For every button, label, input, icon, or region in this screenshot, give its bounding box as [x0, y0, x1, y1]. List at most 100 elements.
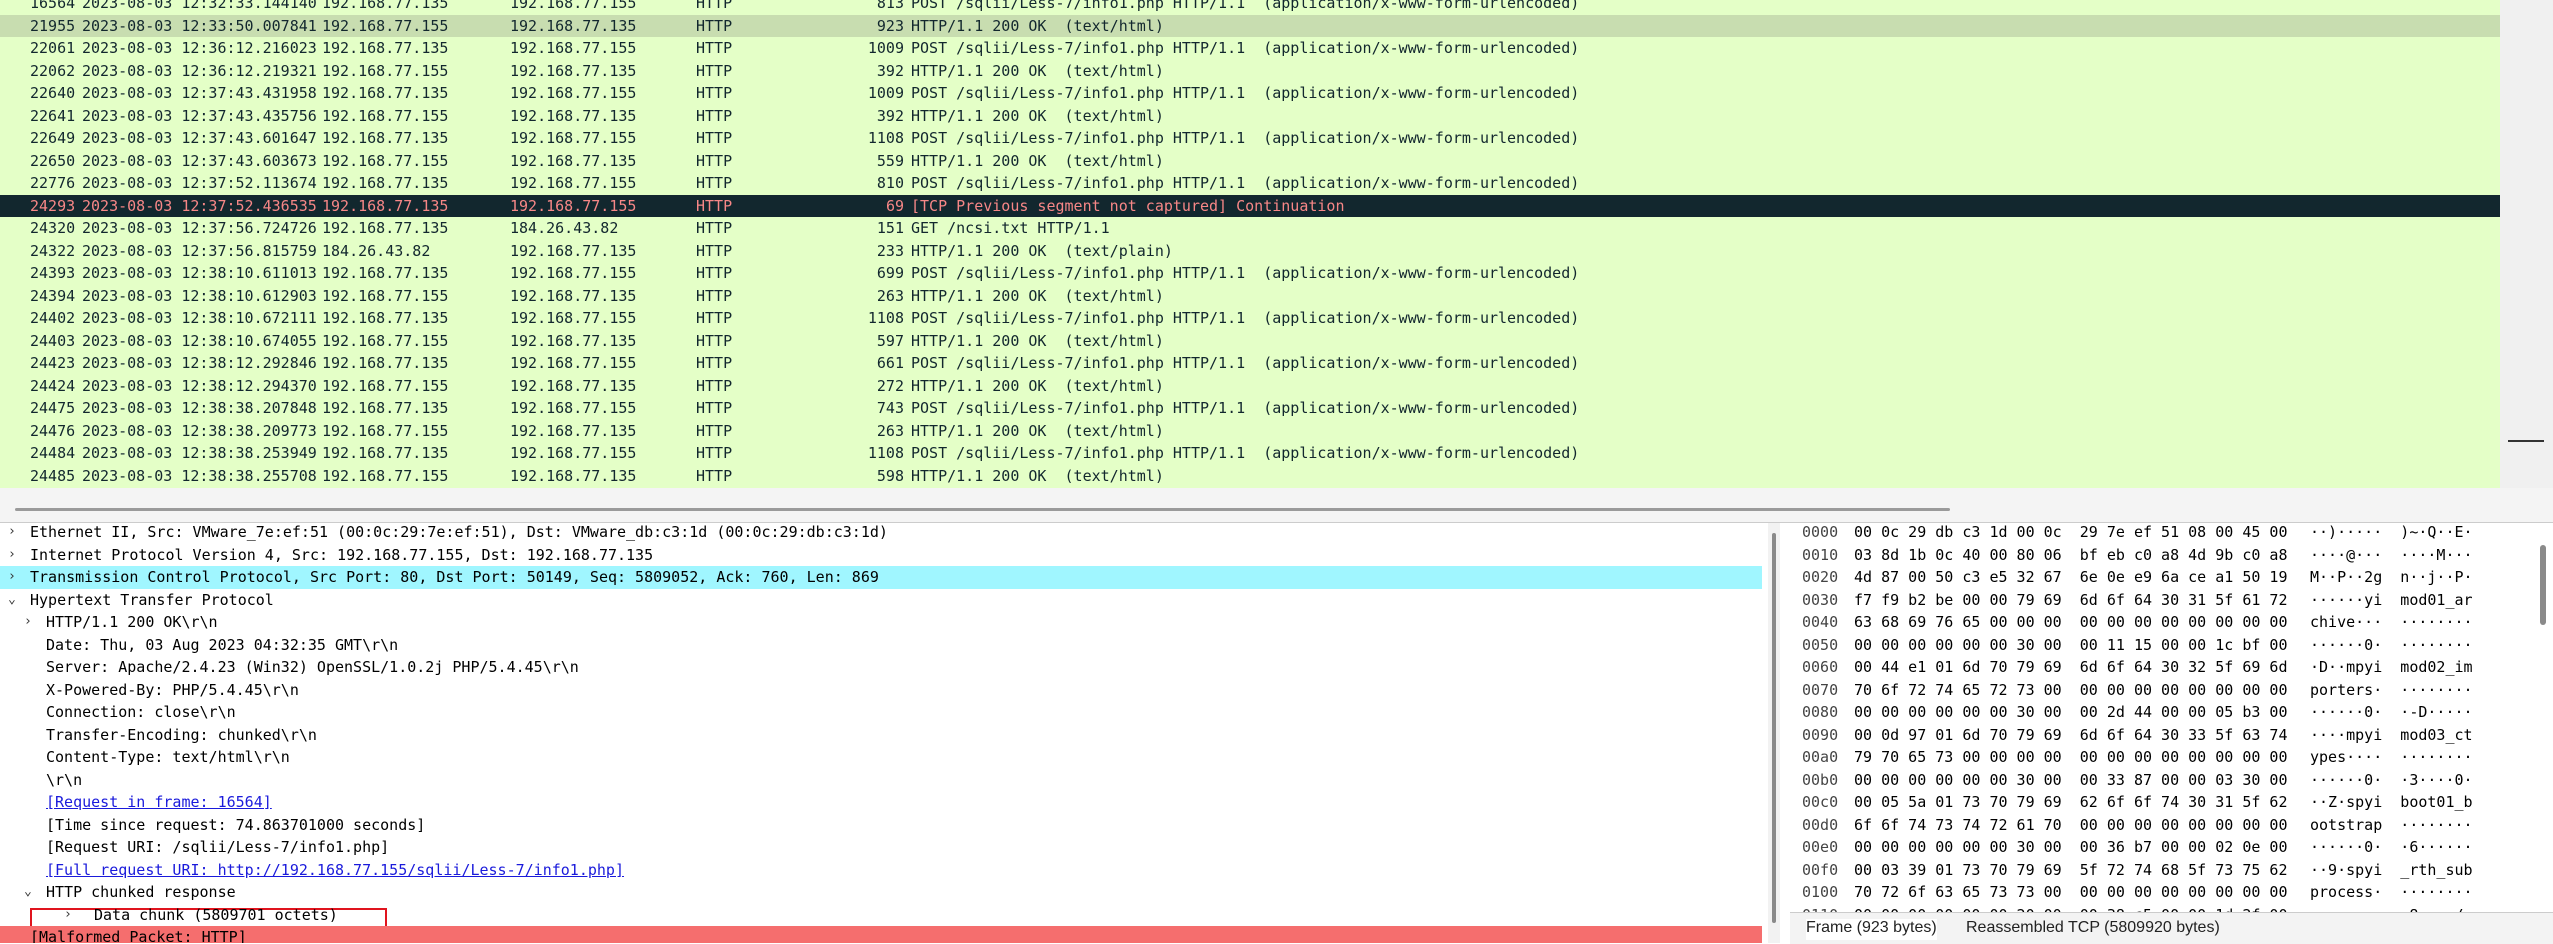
hex-row[interactable]: 00b0 00 00 00 00 00 00 30 00 00 33 87 00 … — [1790, 769, 2553, 792]
packet-row[interactable]: 22650 2023-08-03 12:37:43.603673 192.168.7… — [0, 150, 2500, 173]
tab-frame[interactable]: Frame (923 bytes) — [1806, 919, 1937, 940]
packet-row[interactable]: 24403 2023-08-03 12:38:10.674055 192.168.7… — [0, 330, 2500, 353]
hex-row[interactable]: 00e0 00 00 00 00 00 00 30 00 00 36 b7 00 … — [1790, 836, 2553, 859]
packet-list-horizontal-scrollbar[interactable] — [0, 488, 2553, 523]
packet-row[interactable]: 24394 2023-08-03 12:38:10.612903 192.168.7… — [0, 285, 2500, 308]
hex-ascii: process· ········ — [2310, 883, 2473, 901]
hex-offset: 0060 — [1802, 658, 1839, 676]
hex-row[interactable]: 0000 00 0c 29 db c3 1d 00 0c 29 7e ef 51 … — [1790, 523, 2553, 544]
detail-tree-item[interactable]: Server: Apache/2.4.23 (Win32) OpenSSL/1.… — [0, 656, 1762, 679]
detail-tree-item[interactable]: X-Powered-By: PHP/5.4.45\r\n — [0, 679, 1762, 702]
detail-tree-item[interactable]: ⌄ Hypertext Transfer Protocol — [0, 589, 1762, 612]
packet-row[interactable]: 22776 2023-08-03 12:37:52.113674 192.168.7… — [0, 172, 2500, 195]
packet-proto-cell: HTTP — [696, 331, 733, 350]
hex-row[interactable]: 0040 63 68 69 76 65 00 00 00 00 00 00 00 … — [1790, 611, 2553, 634]
packet-info-cell: GET /ncsi.txt HTTP/1.1 — [911, 219, 1110, 237]
packet-info-cell: HTTP/1.1 200 OK (text/html) — [911, 466, 1164, 485]
detail-tree-item[interactable]: [Full request URI: http://192.168.77.155… — [0, 859, 1762, 882]
hex-row[interactable]: 0060 00 44 e1 01 6d 70 79 69 6d 6f 64 30 … — [1790, 656, 2553, 679]
expand-chevron-icon[interactable]: › — [24, 611, 32, 634]
scrollbar-thumb[interactable] — [1772, 533, 1776, 923]
packet-row[interactable]: 22641 2023-08-03 12:37:43.435756 192.168.7… — [0, 105, 2500, 128]
packet-row[interactable]: 24393 2023-08-03 12:38:10.611013 192.168.7… — [0, 262, 2500, 285]
packet-row[interactable]: 24320 2023-08-03 12:37:56.724726 192.168.7… — [0, 217, 2500, 240]
expand-chevron-icon[interactable]: › — [8, 566, 16, 589]
hex-row[interactable]: 00a0 79 70 65 73 00 00 00 00 00 00 00 00 … — [1790, 746, 2553, 769]
detail-tree-item[interactable]: \r\n — [0, 769, 1762, 792]
detail-tree-item[interactable]: ⌄ HTTP chunked response — [0, 881, 1762, 904]
collapse-chevron-icon[interactable]: ⌄ — [8, 589, 16, 612]
packet-dst-cell: 192.168.77.135 — [510, 16, 637, 35]
packet-list[interactable]: ← 165642023-08-03 12:32:33.144140192.168… — [0, 0, 2500, 488]
packet-row[interactable]: 24475 2023-08-03 12:38:38.207848 192.168.7… — [0, 397, 2500, 420]
packet-row[interactable]: 24402 2023-08-03 12:38:10.672111 192.168.7… — [0, 307, 2500, 330]
detail-tree-item[interactable]: › Ethernet II, Src: VMware_7e:ef:51 (00:0… — [0, 523, 1762, 544]
detail-tree-item[interactable]: Connection: close\r\n — [0, 701, 1762, 724]
hex-row[interactable]: 0010 03 8d 1b 0c 40 00 80 06 bf eb c0 a8 … — [1790, 544, 2553, 567]
packet-dst-cell: 192.168.77.135 — [510, 376, 637, 395]
scrollbar-thumb[interactable] — [15, 508, 1950, 511]
expand-chevron-icon[interactable]: › — [8, 523, 16, 544]
details-vertical-scrollbar[interactable] — [1768, 523, 1780, 943]
hex-bytes: 00 44 e1 01 6d 70 79 69 6d 6f 64 30 32 5… — [1854, 658, 2288, 676]
packet-row[interactable]: 24293 2023-08-03 12:37:52.436535 192.168.7… — [0, 194, 2500, 217]
expand-chevron-icon[interactable]: › — [64, 904, 72, 927]
hex-row[interactable]: 0030 f7 f9 b2 be 00 00 79 69 6d 6f 64 30 … — [1790, 589, 2553, 612]
packet-row[interactable]: 24423 2023-08-03 12:38:12.292846 192.168.7… — [0, 352, 2500, 375]
packet-row[interactable]: 22640 2023-08-03 12:37:43.431958 192.168.7… — [0, 82, 2500, 105]
bytes-scrollbar-thumb[interactable] — [2540, 545, 2546, 625]
expand-chevron-icon[interactable]: › — [8, 544, 16, 567]
hex-row[interactable]: 00d0 6f 6f 74 73 74 72 61 70 00 00 00 00 … — [1790, 814, 2553, 837]
hex-row[interactable]: 0020 4d 87 00 50 c3 e5 32 67 6e 0e e9 6a … — [1790, 566, 2553, 589]
packet-row[interactable]: 24424 2023-08-03 12:38:12.294370 192.168.7… — [0, 375, 2500, 398]
scrollbar-thumb[interactable] — [2508, 440, 2544, 482]
packet-row[interactable]: 22649 2023-08-03 12:37:43.601647 192.168.7… — [0, 127, 2500, 150]
detail-tree-item[interactable]: [Request in frame: 16564] — [0, 791, 1762, 814]
detail-tree-item[interactable]: [Request URI: /sqlii/Less-7/info1.php] — [0, 836, 1762, 859]
packet-dst-cell: 192.168.77.155 — [510, 129, 637, 147]
detail-tree-item[interactable]: Content-Type: text/html\r\n — [0, 746, 1762, 769]
detail-text: [Time since request: 74.863701000 second… — [46, 815, 426, 834]
packet-row[interactable]: 22061 2023-08-03 12:36:12.216023 192.168.7… — [0, 37, 2500, 60]
detail-tree-item[interactable]: Date: Thu, 03 Aug 2023 04:32:35 GMT\r\n — [0, 634, 1762, 657]
detail-tree-item[interactable]: › Data chunk (5809701 octets) — [0, 904, 1762, 927]
hex-bytes: 00 0c 29 db c3 1d 00 0c 29 7e ef 51 08 0… — [1854, 523, 2288, 541]
hex-row[interactable]: 0070 70 6f 72 74 65 72 73 00 00 00 00 00 … — [1790, 679, 2553, 702]
detail-text[interactable]: [Full request URI: http://192.168.77.155… — [46, 859, 624, 882]
detail-tree-item[interactable]: [Malformed Packet: HTTP] — [0, 926, 1762, 943]
detail-tree-item[interactable]: › Transmission Control Protocol, Src Port… — [0, 566, 1762, 589]
packet-list-vertical-scrollbar[interactable] — [2500, 0, 2553, 488]
packet-len-cell: 263 — [876, 286, 904, 305]
detail-tree-item[interactable]: › Internet Protocol Version 4, Src: 192.1… — [0, 544, 1762, 567]
packet-time-cell: 2023-08-03 12:37:43.601647 — [82, 129, 317, 147]
detail-tree-item[interactable]: [Time since request: 74.863701000 second… — [0, 814, 1762, 837]
hex-row[interactable]: 00f0 00 03 39 01 73 70 79 69 5f 72 74 68 … — [1790, 859, 2553, 882]
packet-info-cell: HTTP/1.1 200 OK (text/html) — [911, 61, 1164, 80]
detail-text[interactable]: [Request in frame: 16564] — [46, 791, 272, 814]
packet-src-cell: 192.168.77.135 — [322, 264, 449, 282]
hex-row[interactable]: 0080 00 00 00 00 00 00 30 00 00 2d 44 00 … — [1790, 701, 2553, 724]
hex-row[interactable]: 00c0 00 05 5a 01 73 70 79 69 62 6f 6f 74 … — [1790, 791, 2553, 814]
packet-row[interactable]: 16564 2023-08-03 12:32:33.144140 192.168.7… — [0, 0, 2500, 15]
packet-row[interactable]: 24484 2023-08-03 12:38:38.253949 192.168.7… — [0, 442, 2500, 465]
packet-row[interactable]: 24476 2023-08-03 12:38:38.209773 192.168.7… — [0, 420, 2500, 443]
packet-src-cell: 192.168.77.135 — [322, 196, 449, 215]
collapse-chevron-icon[interactable]: ⌄ — [24, 881, 32, 904]
packet-bytes-pane[interactable]: 0000 00 0c 29 db c3 1d 00 0c 29 7e ef 51 … — [1790, 523, 2553, 913]
hex-row[interactable]: 0100 70 72 6f 63 65 73 73 00 00 00 00 00 … — [1790, 881, 2553, 904]
hex-row[interactable]: 0050 00 00 00 00 00 00 30 00 00 11 15 00 … — [1790, 634, 2553, 657]
hex-offset: 0070 — [1802, 680, 1839, 699]
hex-bytes: 00 00 00 00 00 00 30 00 00 11 15 00 00 1… — [1854, 635, 2288, 654]
packet-row[interactable]: 22062 2023-08-03 12:36:12.219321 192.168.7… — [0, 60, 2500, 83]
detail-tree-item[interactable]: › HTTP/1.1 200 OK\r\n — [0, 611, 1762, 634]
packet-details-pane[interactable]: › Ethernet II, Src: VMware_7e:ef:51 (00:0… — [0, 523, 1770, 943]
detail-tree-item[interactable]: Transfer-Encoding: chunked\r\n — [0, 724, 1762, 747]
packet-row[interactable]: 24485 2023-08-03 12:38:38.255708 192.168.7… — [0, 465, 2500, 488]
packet-row[interactable]: 21955 2023-08-03 12:33:50.007841 192.168.7… — [0, 14, 2500, 37]
packet-info-cell: HTTP/1.1 200 OK (text/html) — [911, 331, 1164, 350]
tab-reassembled-tcp[interactable]: Reassembled TCP (5809920 bytes) — [1966, 919, 2220, 937]
packet-src-cell: 192.168.77.155 — [322, 61, 449, 80]
hex-row[interactable]: 0090 00 0d 97 01 6d 70 79 69 6d 6f 64 30 … — [1790, 724, 2553, 747]
packet-row[interactable]: 24322 2023-08-03 12:37:56.815759 184.26.43… — [0, 240, 2500, 263]
hex-offset: 00a0 — [1802, 748, 1839, 766]
